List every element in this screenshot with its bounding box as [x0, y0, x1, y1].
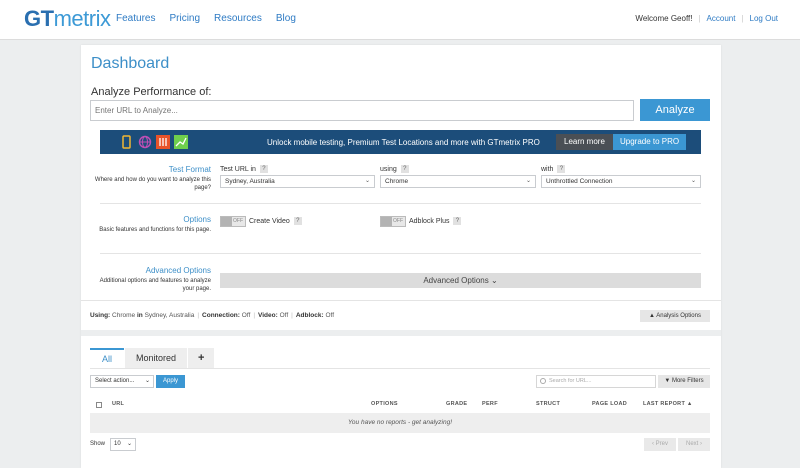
nav-pricing[interactable]: Pricing [169, 13, 200, 24]
chevron-down-icon: ⌄ [126, 441, 132, 447]
mobile-icon [120, 135, 133, 149]
top-navigation: GTmetrix Features Pricing Resources Blog… [0, 0, 800, 40]
search-icon [540, 378, 546, 384]
column-last-report[interactable]: LAST REPORT ▲ [643, 401, 693, 407]
user-area: Welcome Geoff! | Account | Log Out [635, 14, 778, 23]
nav-blog[interactable]: Blog [276, 13, 296, 24]
dashboard-panel: Dashboard Analyze Performance of: Analyz… [81, 45, 721, 468]
column-grade[interactable]: GRADE [446, 401, 467, 407]
help-icon[interactable]: ? [259, 165, 268, 173]
sliders-icon [156, 135, 170, 149]
options-desc: Basic features and functions for this pa… [99, 227, 211, 233]
analyze-button[interactable]: Analyze [640, 99, 710, 121]
tab-all[interactable]: All [90, 348, 125, 368]
column-perf[interactable]: PERF [482, 401, 498, 407]
select-all-checkbox[interactable] [96, 402, 102, 408]
apply-button[interactable]: Apply [156, 375, 185, 388]
create-video-label: Create Video? [249, 217, 302, 225]
advanced-options-title: Advanced Options [145, 266, 211, 275]
nav-resources[interactable]: Resources [214, 13, 262, 24]
logout-link[interactable]: Log Out [750, 14, 778, 23]
help-icon[interactable]: ? [557, 165, 566, 173]
account-link[interactable]: Account [707, 14, 736, 23]
analysis-summary: Using: Chrome in Sydney, Australia | Conne… [90, 312, 335, 319]
more-filters-button[interactable]: ▼ More Filters [658, 375, 710, 388]
nav-features[interactable]: Features [116, 13, 155, 24]
globe-icon [138, 135, 152, 149]
chevron-down-icon: ⌄ [144, 378, 150, 384]
main-nav: Features Pricing Resources Blog [116, 13, 310, 24]
with-label: with? [541, 165, 566, 173]
report-tabs: All Monitored + [90, 348, 215, 368]
analysis-options-button[interactable]: ▲ Analysis Options [640, 310, 710, 322]
test-format-desc: Where and how do you want to analyze thi… [94, 177, 211, 191]
next-page-button[interactable]: Next › [678, 438, 710, 451]
promo-text: Unlock mobile testing, Premium Test Loca… [267, 137, 540, 147]
test-format-title: Test Format [168, 165, 211, 174]
advanced-options-desc: Additional options and features to analy… [99, 278, 211, 292]
upgrade-to-pro-button[interactable]: Upgrade to PRO [613, 134, 687, 150]
empty-reports-message: You have no reports - get analyzing! [90, 413, 710, 433]
help-icon[interactable]: ? [293, 217, 302, 225]
adblock-toggle[interactable]: OFF [380, 216, 406, 227]
create-video-toggle[interactable]: OFF [220, 216, 246, 227]
welcome-text: Welcome Geoff! [635, 14, 693, 23]
page-size-select[interactable]: 10 ⌄ [110, 438, 136, 451]
connection-select[interactable]: Unthrottled Connection ⌄ [541, 175, 701, 188]
show-label: Show [90, 441, 106, 447]
help-icon[interactable]: ? [400, 165, 409, 173]
page-title: Dashboard [91, 55, 170, 72]
add-tab-button[interactable]: + [188, 348, 215, 368]
advanced-options-toggle[interactable]: Advanced Options ⌄ [220, 273, 701, 288]
adblock-label: Adblock Plus? [409, 217, 462, 225]
prev-page-button[interactable]: ‹ Prev [644, 438, 676, 451]
help-icon[interactable]: ? [453, 217, 462, 225]
bulk-action-select[interactable]: Select action... ⌄ [90, 375, 154, 388]
pro-promo-banner: Unlock mobile testing, Premium Test Loca… [100, 130, 701, 154]
url-search-input[interactable]: Search for URL... [536, 375, 656, 388]
using-label: using? [380, 165, 409, 173]
learn-more-button[interactable]: Learn more [556, 134, 613, 150]
analyze-heading: Analyze Performance of: [91, 86, 212, 98]
column-page-load[interactable]: PAGE LOAD [592, 401, 627, 407]
url-input[interactable] [90, 100, 634, 121]
tab-monitored[interactable]: Monitored [125, 348, 188, 368]
chevron-down-icon: ⌄ [364, 178, 370, 184]
column-url[interactable]: URL [112, 401, 124, 407]
test-url-in-label: Test URL in? [220, 165, 268, 173]
gtmetrix-logo[interactable]: GTmetrix [24, 6, 111, 32]
chevron-down-icon: ⌄ [690, 178, 696, 184]
options-title: Options [183, 215, 211, 224]
chart-icon [174, 135, 188, 149]
location-select[interactable]: Sydney, Australia ⌄ [220, 175, 375, 188]
column-options[interactable]: OPTIONS [371, 401, 398, 407]
chevron-down-icon: ⌄ [525, 178, 531, 184]
browser-select[interactable]: Chrome ⌄ [380, 175, 536, 188]
column-struct[interactable]: STRUCT [536, 401, 560, 407]
